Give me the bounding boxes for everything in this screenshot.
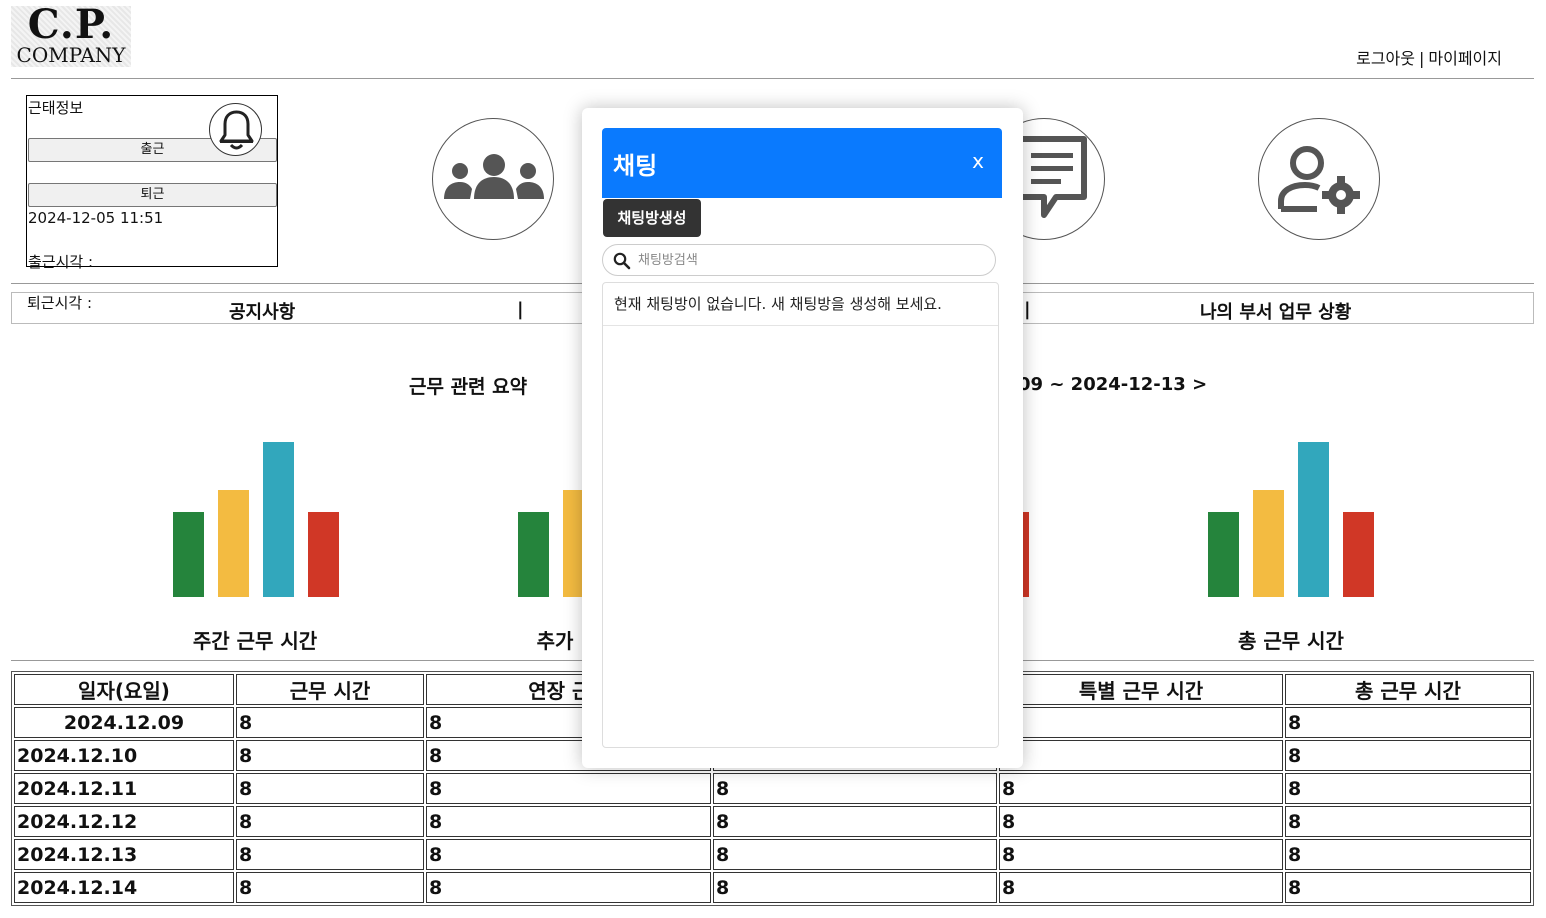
date-cell: 2024.12.13 (14, 839, 234, 870)
hours-cell: 8 (713, 773, 997, 804)
hours-cell: 8 (236, 839, 424, 870)
hours-cell: 8 (426, 806, 711, 837)
summary-title: 근무 관련 요약 (409, 376, 528, 398)
hours-cell: 8 (426, 839, 711, 870)
top-links: 로그아웃 | 마이페이지 (1356, 45, 1502, 69)
logo-line2: COMPANY (16, 43, 126, 67)
nav-dept-status[interactable]: 나의 부서 업무 상황 (1200, 298, 1351, 324)
table-row: 2024.12.11 8 8 8 8 8 (14, 773, 1531, 804)
hours-cell: 8 (999, 839, 1283, 870)
hours-cell: 8 (426, 872, 711, 903)
date-cell: 2024.12.10 (14, 740, 234, 771)
weekly-hours-chart (173, 442, 339, 597)
search-icon (613, 252, 631, 270)
chatroom-search-input[interactable] (636, 248, 986, 272)
hours-cell: 8 (236, 740, 424, 771)
table-row: 2024.12.14 8 8 8 8 8 (14, 872, 1531, 903)
chat-title: 채팅 (613, 152, 658, 180)
chart-bar (173, 512, 204, 597)
hours-cell: 8 (999, 872, 1283, 903)
attendance-title: 근태정보 (28, 99, 84, 117)
hours-cell: 8 (1285, 839, 1531, 870)
chart-bar (1298, 442, 1329, 597)
date-cell: 2024.12.09 (14, 707, 234, 738)
chart-bar (218, 490, 249, 597)
hours-cell: 8 (713, 839, 997, 870)
current-datetime: 2024-12-05 11:51 (28, 209, 164, 227)
chatroom-search (602, 244, 996, 276)
attendance-panel: 근태정보 출근 퇴근 2024-12-05 11:51 출근시각 : (26, 95, 278, 271)
hours-cell: 8 (236, 773, 424, 804)
hours-cell: 8 (236, 806, 424, 837)
chat-modal: 채팅 x 채팅방생성 현재 채팅방이 없습니다. 새 채팅방을 생성해 보세요. (582, 108, 1023, 768)
logout-link[interactable]: 로그아웃 (1356, 49, 1415, 68)
team-button[interactable] (432, 118, 554, 240)
table-header-cell: 총 근무 시간 (1285, 674, 1531, 705)
header-divider (11, 78, 1534, 79)
table-header-cell: 특별 근무 시간 (999, 674, 1283, 705)
hours-cell: 8 (236, 707, 424, 738)
hours-cell: 8 (713, 872, 997, 903)
date-cell: 2024.12.12 (14, 806, 234, 837)
chart-bar (1208, 512, 1239, 597)
hours-cell: 8 (1285, 806, 1531, 837)
hours-cell: 8 (999, 806, 1283, 837)
hours-cell: 8 (713, 806, 997, 837)
chatroom-list: 현재 채팅방이 없습니다. 새 채팅방을 생성해 보세요. (602, 282, 999, 748)
clock-out-time-label: 퇴근시각 : (27, 294, 93, 312)
hours-cell: 8 (236, 872, 424, 903)
hours-cell: 8 (1285, 740, 1531, 771)
clock-in-time-label: 출근시각 : (28, 253, 94, 271)
chart-bar (1343, 512, 1374, 597)
hours-cell (999, 740, 1283, 771)
user-settings-button[interactable] (1258, 118, 1380, 240)
table-row: 2024.12.12 8 8 8 8 8 (14, 806, 1531, 837)
nav-separator: | (517, 299, 524, 320)
chat-close-button[interactable]: x (972, 149, 984, 173)
table-row: 2024.12.13 8 8 8 8 8 (14, 839, 1531, 870)
period-navigator[interactable]: 09 ~ 2024-12-13 > (1018, 374, 1207, 395)
chart-bar (308, 512, 339, 597)
mypage-link[interactable]: 마이페이지 (1428, 49, 1502, 68)
nav-notice[interactable]: 공지사항 (229, 298, 295, 324)
hours-cell: 8 (1285, 872, 1531, 903)
table-header-cell: 일자(요일) (14, 674, 234, 705)
company-logo[interactable]: C.P. COMPANY (11, 1, 131, 67)
logo-line1: C.P. (27, 1, 115, 48)
hours-cell: 8 (1285, 773, 1531, 804)
bell-icon (219, 110, 254, 150)
total-hours-chart (1208, 442, 1374, 597)
date-cell: 2024.12.11 (14, 773, 234, 804)
chart-bar (518, 512, 549, 597)
hours-cell: 8 (999, 773, 1283, 804)
chart-bar (1253, 490, 1284, 597)
table-header-cell: 근무 시간 (236, 674, 424, 705)
chart-bar (263, 442, 294, 597)
hours-cell: 8 (426, 773, 711, 804)
total-hours-label: 총 근무 시간 (1238, 629, 1344, 653)
user-settings-icon (1278, 146, 1360, 214)
empty-chatroom-message: 현재 채팅방이 없습니다. 새 채팅방을 생성해 보세요. (603, 283, 998, 326)
date-cell: 2024.12.14 (14, 872, 234, 903)
notification-bell-button[interactable] (209, 103, 262, 156)
weekly-hours-label: 주간 근무 시간 (192, 629, 318, 653)
hours-cell: 8 (1285, 707, 1531, 738)
clock-out-button[interactable]: 퇴근 (28, 183, 277, 207)
users-icon (444, 154, 544, 199)
chat-header: 채팅 x (602, 128, 1002, 198)
create-chatroom-button[interactable]: 채팅방생성 (603, 199, 701, 237)
link-separator: | (1419, 49, 1425, 68)
nav-separator: | (1024, 299, 1031, 320)
hours-cell (999, 707, 1283, 738)
